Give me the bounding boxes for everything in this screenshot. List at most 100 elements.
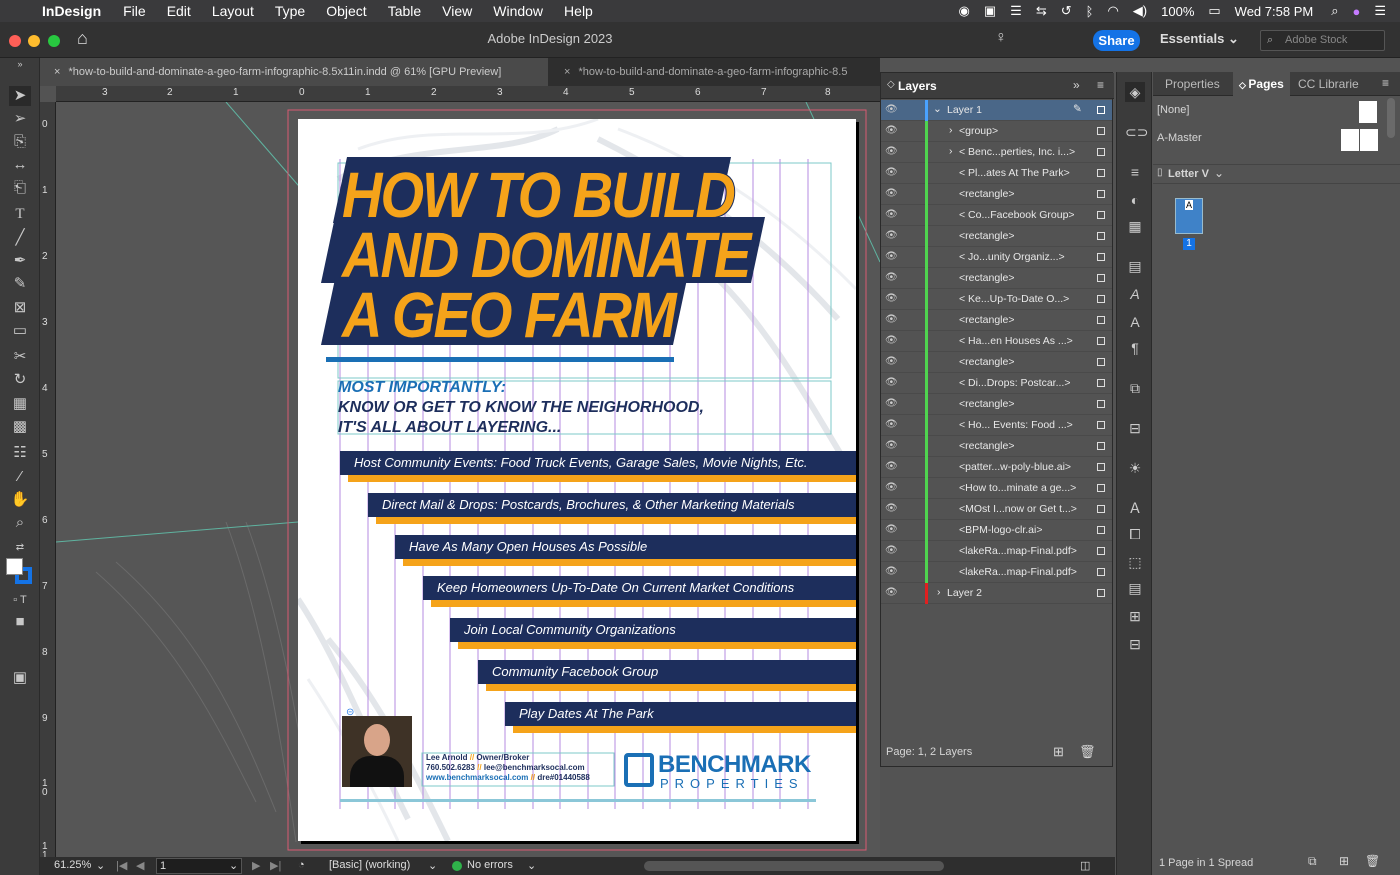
lightbulb-icon[interactable]: ♀	[995, 29, 1007, 47]
selection-square[interactable]	[1097, 295, 1105, 303]
character-panel-icon[interactable]: A	[1125, 312, 1145, 332]
chevron-down-icon[interactable]: ⌄	[527, 859, 536, 872]
visibility-eye-icon[interactable]: 👁	[885, 503, 898, 514]
dropbox-icon[interactable]: ▣	[984, 3, 996, 19]
layer-row-item[interactable]: 👁 <rectangle>	[881, 394, 1112, 415]
previous-page-icon[interactable]: ◀	[136, 859, 144, 872]
close-icon[interactable]: ×	[54, 66, 60, 78]
layer-row-item[interactable]: 👁 < Jo...unity Organiz...>	[881, 247, 1112, 268]
selection-square[interactable]	[1097, 568, 1105, 576]
a-master-row[interactable]: A-Master	[1153, 126, 1400, 156]
selection-square[interactable]	[1097, 505, 1105, 513]
menu-file[interactable]: File	[123, 3, 146, 19]
master-none-row[interactable]: [None]	[1153, 98, 1400, 126]
layer-row-item[interactable]: 👁 <rectangle>	[881, 226, 1112, 247]
chevron-down-icon[interactable]: ⌄	[933, 103, 942, 115]
visibility-eye-icon[interactable]: 👁	[885, 524, 898, 535]
scissors-tool-icon[interactable]: ✂	[9, 347, 31, 367]
document-tab-active[interactable]: × *how-to-build-and-dominate-a-geo-farm-i…	[40, 58, 548, 86]
selection-square[interactable]	[1097, 274, 1105, 282]
selection-square[interactable]	[1097, 232, 1105, 240]
type-tool-icon[interactable]: T	[9, 204, 31, 224]
layer-row-item[interactable]: 👁 <rectangle>	[881, 352, 1112, 373]
selection-square[interactable]	[1097, 211, 1105, 219]
page-1-number[interactable]: 1	[1183, 238, 1195, 250]
volume-icon[interactable]: ◀)	[1133, 3, 1147, 19]
visibility-eye-icon[interactable]: 👁	[885, 440, 898, 451]
siri-icon[interactable]: ●	[1352, 4, 1360, 19]
split-view-icon[interactable]: ◫	[1080, 859, 1090, 872]
note-tool-icon[interactable]: ☷	[9, 443, 31, 463]
selection-tool-icon[interactable]: ➤	[9, 86, 31, 106]
selection-square[interactable]	[1097, 148, 1105, 156]
table-panel-icon[interactable]: ▤	[1125, 578, 1145, 598]
visibility-eye-icon[interactable]: 👁	[885, 251, 898, 262]
character-styles-icon[interactable]: A	[1125, 284, 1145, 304]
layer-row-item[interactable]: 👁 < Di...Drops: Postcar...>	[881, 373, 1112, 394]
document-tab-inactive[interactable]: × *how-to-build-and-dominate-a-geo-farm-i…	[552, 58, 880, 86]
stack-icon[interactable]: ☰	[1010, 3, 1022, 19]
preflight-icon[interactable]: ◔	[298, 859, 305, 871]
menu-table[interactable]: Table	[388, 3, 421, 19]
visibility-eye-icon[interactable]: 👁	[885, 167, 898, 178]
bluetooth-icon[interactable]: ᛒ	[1086, 4, 1094, 19]
visibility-eye-icon[interactable]: 👁	[885, 104, 898, 115]
pages-scrollbar[interactable]	[1387, 98, 1395, 138]
preflight-errors[interactable]: No errors	[467, 859, 513, 871]
trash-icon[interactable]: 🗑	[1365, 854, 1380, 868]
visibility-eye-icon[interactable]: 👁	[885, 377, 898, 388]
bar-market-conditions[interactable]: Keep Homeowners Up-To-Date On Current Ma…	[423, 576, 856, 607]
page-number-field[interactable]: 1 ⌄	[156, 858, 242, 874]
zoom-level[interactable]: 61.25%	[54, 859, 91, 871]
pasteboard[interactable]: HOW TO BUILD AND DOMINATE A GEO FARM MOS…	[56, 102, 880, 857]
gradient-feather-tool-icon[interactable]: ▩	[9, 417, 31, 437]
formatting-container-icon[interactable]: ▫ T	[9, 590, 31, 610]
selection-square[interactable]	[1097, 316, 1105, 324]
cell-styles-icon[interactable]: ⊟	[1125, 634, 1145, 654]
apply-color-icon[interactable]: ■	[9, 612, 31, 632]
paragraph-panel-icon[interactable]: ¶	[1125, 338, 1145, 358]
selection-square[interactable]	[1097, 526, 1105, 534]
swap-fill-stroke-icon[interactable]: ⇄	[9, 538, 31, 558]
layer-row-item[interactable]: 👁 <rectangle>	[881, 436, 1112, 457]
menu-edit[interactable]: Edit	[167, 3, 191, 19]
rectangle-tool-icon[interactable]: ▭	[9, 321, 31, 341]
expand-panel-icon[interactable]: »	[1073, 78, 1080, 92]
hand-tool-icon[interactable]: ✋	[9, 490, 31, 510]
visibility-eye-icon[interactable]: 👁	[885, 272, 898, 283]
text-wrap-icon[interactable]: ▤	[1125, 256, 1145, 276]
layer-row-item[interactable]: 👁 <How to...minate a ge...>	[881, 478, 1112, 499]
page-size-dropdown[interactable]: ▯ Letter V ⌄	[1153, 164, 1400, 184]
screen-mode-icon[interactable]: ▣	[9, 668, 31, 688]
horizontal-scrollbar[interactable]	[644, 861, 944, 871]
tab-pages[interactable]: ◇ Pages	[1233, 72, 1290, 96]
layer-row-item[interactable]: 👁 < Ke...Up-To-Date O...>	[881, 289, 1112, 310]
link-icon[interactable]: ⊝	[346, 707, 354, 718]
layer-row-item[interactable]: 👁 <patter...w-poly-blue.ai>	[881, 457, 1112, 478]
menu-object[interactable]: Object	[326, 3, 366, 19]
workspace-switcher[interactable]: Essentials ⌄	[1160, 31, 1239, 47]
selection-square[interactable]	[1097, 169, 1105, 177]
gap-tool-icon[interactable]: ↔	[9, 155, 31, 175]
chevron-down-icon[interactable]: ⌄	[229, 859, 238, 872]
glyphs-panel-icon[interactable]: Ａ	[1125, 498, 1145, 518]
layer-row-item[interactable]: 👁 <rectangle>	[881, 268, 1112, 289]
clock[interactable]: Wed 7:58 PM	[1235, 4, 1314, 19]
layer-row-item[interactable]: 👁 < Co...Facebook Group>	[881, 205, 1112, 226]
selection-square[interactable]	[1097, 463, 1105, 471]
menu-layout[interactable]: Layout	[212, 3, 254, 19]
layer-row-item[interactable]: 👁 < Pl...ates At The Park>	[881, 163, 1112, 184]
visibility-eye-icon[interactable]: 👁	[885, 419, 898, 430]
effects-panel-icon[interactable]: ☀	[1125, 458, 1145, 478]
selection-square[interactable]	[1097, 127, 1105, 135]
first-page-icon[interactable]: |◀	[116, 859, 127, 872]
share-button[interactable]: Share	[1093, 30, 1140, 51]
zoom-tool-icon[interactable]: ⌕	[9, 513, 31, 533]
document-page[interactable]: HOW TO BUILD AND DOMINATE A GEO FARM MOS…	[298, 119, 856, 841]
direct-selection-tool-icon[interactable]: ➢	[9, 109, 31, 129]
selection-square[interactable]	[1097, 358, 1105, 366]
object-styles-icon[interactable]: ⧠	[1125, 524, 1145, 544]
transform-panel-icon[interactable]: ⬚	[1125, 552, 1145, 572]
layers-scroll-track[interactable]	[1099, 767, 1113, 857]
title-line-3[interactable]: A GEO FARM	[341, 277, 678, 352]
